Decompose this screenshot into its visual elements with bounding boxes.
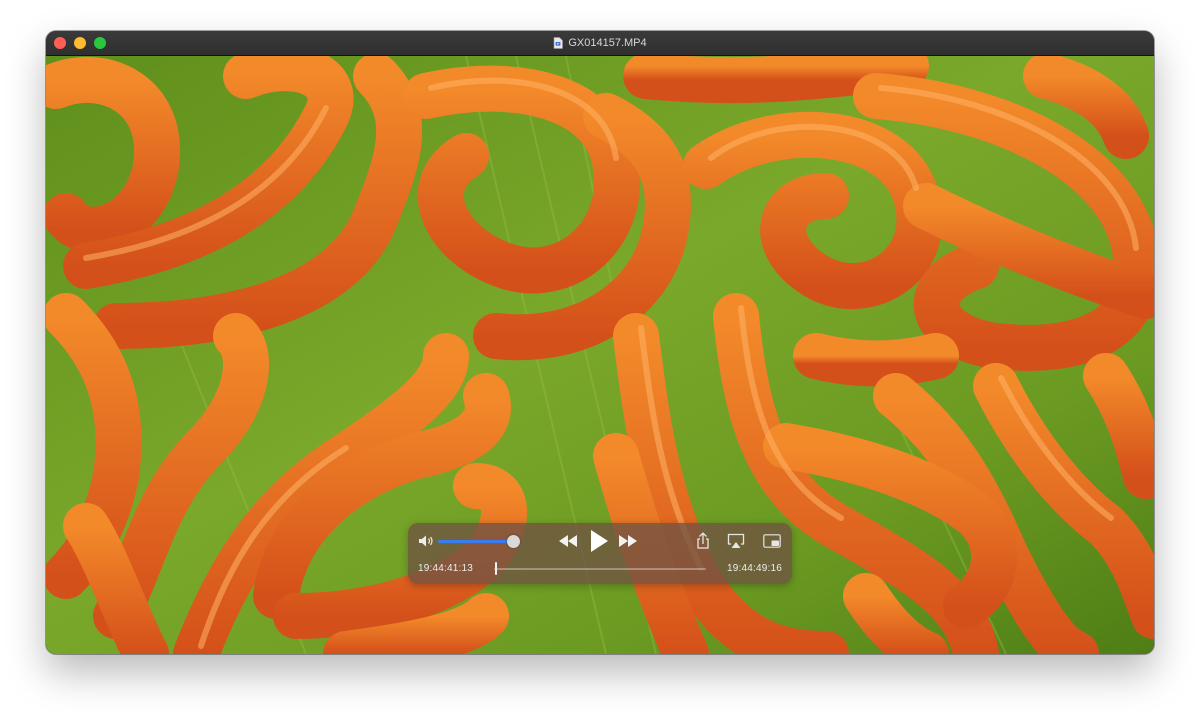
volume-slider-knob[interactable]	[507, 535, 521, 548]
volume-level-fill	[438, 540, 514, 543]
airplay-icon[interactable]	[727, 533, 745, 549]
timeline-scrubber[interactable]	[494, 562, 706, 575]
window-title: GX014157.MP4	[568, 37, 647, 49]
title-bar[interactable]: GX014157.MP4	[46, 31, 1154, 56]
playhead[interactable]	[495, 562, 498, 575]
video-frame[interactable]: 19:44:41:13 19:44:49:16	[46, 56, 1154, 654]
volume-slider[interactable]	[438, 535, 521, 548]
playback-controls: 19:44:41:13 19:44:49:16	[408, 523, 792, 584]
player-window: GX014157.MP4 19:44:41:13 19:44:49:16	[46, 31, 1154, 654]
zoom-button[interactable]	[94, 37, 106, 49]
window-title-group: GX014157.MP4	[553, 37, 647, 49]
current-time: 19:44:41:13	[418, 563, 474, 574]
share-icon[interactable]	[695, 532, 711, 550]
minimize-button[interactable]	[74, 37, 86, 49]
video-file-icon	[554, 37, 564, 49]
play-icon[interactable]	[588, 528, 610, 554]
end-time: 19:44:49:16	[726, 563, 782, 574]
picture-in-picture-icon[interactable]	[763, 534, 781, 548]
rewind-icon[interactable]	[558, 533, 578, 549]
fast-forward-icon[interactable]	[618, 533, 638, 549]
speaker-icon[interactable]	[418, 534, 434, 548]
close-button[interactable]	[54, 37, 66, 49]
traffic-lights	[54, 37, 106, 49]
